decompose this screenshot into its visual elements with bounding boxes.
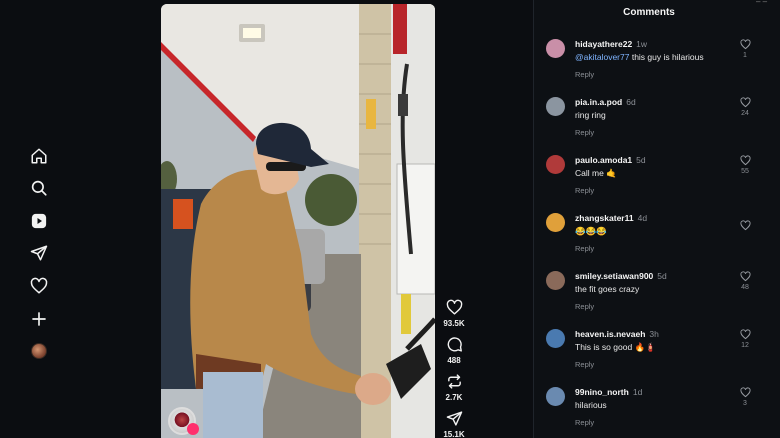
heart-icon <box>739 271 751 282</box>
comment-text: the fit goes crazy <box>575 284 640 294</box>
profile-avatar[interactable] <box>29 341 49 361</box>
heart-icon <box>446 299 462 315</box>
comment-like-count: 24 <box>741 110 749 117</box>
comment-like-button[interactable] <box>739 220 751 233</box>
comment-text: This is so good 🔥🧯 <box>575 342 656 352</box>
like-count: 93.5K <box>443 319 465 328</box>
comment-text: ring ring <box>575 110 606 120</box>
comment-time: 1w <box>636 39 648 49</box>
heart-icon <box>739 97 751 108</box>
commenter-avatar[interactable] <box>546 387 565 406</box>
comment-like-count: 55 <box>741 168 749 175</box>
share-count: 15.1K <box>443 430 465 438</box>
comment-like-button[interactable]: 48 <box>739 271 751 291</box>
comment-text: hilarious <box>575 400 607 410</box>
comment-like-button[interactable]: 3 <box>739 387 751 407</box>
home-icon[interactable] <box>29 146 49 166</box>
commenter-username[interactable]: heaven.is.nevaeh <box>575 329 645 339</box>
comment-time: 1d <box>632 387 643 397</box>
commenter-username[interactable]: hidayathere22 <box>575 39 632 49</box>
heart-icon <box>739 39 751 50</box>
commenter-username[interactable]: pia.in.a.pod <box>575 97 622 107</box>
comment-time: 5d <box>657 271 667 281</box>
left-nav <box>0 0 78 438</box>
like-button[interactable]: 93.5K <box>440 299 468 328</box>
comment-like-count: 12 <box>741 342 749 349</box>
comment-like-button[interactable]: 24 <box>739 97 751 117</box>
commenter-avatar[interactable] <box>546 39 565 58</box>
comment-item: 99nino_north 1d hilarious Reply 3 <box>546 385 768 438</box>
heart-icon <box>739 329 751 340</box>
commenter-avatar[interactable] <box>546 155 565 174</box>
comment-like-button[interactable]: 12 <box>739 329 751 349</box>
comment-time: 6d <box>626 97 636 107</box>
reply-button[interactable]: Reply <box>575 418 594 427</box>
repost-button[interactable]: 2.7K <box>440 373 468 402</box>
comment-count: 488 <box>447 356 461 365</box>
comment-like-count: 3 <box>743 400 747 407</box>
comment-mention[interactable]: @akitalover77 <box>575 52 629 62</box>
comment-button[interactable]: 488 <box>440 336 468 365</box>
comment-time: 3h <box>649 329 659 339</box>
comment-like-count: 1 <box>743 52 747 59</box>
commenter-username[interactable]: zhangskater11 <box>575 213 634 223</box>
repost-count: 2.7K <box>445 393 463 402</box>
comment-text: Call me 🤙 <box>575 168 617 178</box>
comment-item: smiley.setiawan900 5d the fit goes crazy … <box>546 269 768 323</box>
reply-button[interactable]: Reply <box>575 244 594 253</box>
comment-text: 😂😂😂 <box>575 226 607 236</box>
commenter-avatar[interactable] <box>546 213 565 232</box>
commenter-avatar[interactable] <box>546 271 565 290</box>
comment-like-button[interactable]: 1 <box>739 39 751 59</box>
comment-like-count: 48 <box>741 284 749 291</box>
comment-text: this guy is hilarious <box>629 52 704 62</box>
reply-button[interactable]: Reply <box>575 128 594 137</box>
messages-icon[interactable] <box>29 243 49 263</box>
heart-icon <box>739 387 751 398</box>
commenter-username[interactable]: 99nino_north <box>575 387 629 397</box>
reels-icon[interactable] <box>29 211 49 231</box>
reply-button[interactable]: Reply <box>575 360 594 369</box>
follow-badge-icon[interactable] <box>187 423 199 435</box>
comment-like-button[interactable]: 55 <box>739 155 751 175</box>
search-icon[interactable] <box>29 178 49 198</box>
comment-item: heaven.is.nevaeh 3h This is so good 🔥🧯 Re… <box>546 327 768 381</box>
comment-bubble-icon <box>447 337 462 352</box>
reel-video[interactable] <box>161 4 435 438</box>
reply-button[interactable]: Reply <box>575 302 594 311</box>
comment-item: zhangskater11 4d 😂😂😂 Reply <box>546 211 768 265</box>
comment-time: 5d <box>636 155 646 165</box>
comment-item: paulo.amoda1 5d Call me 🤙 Reply 55 <box>546 153 768 207</box>
comment-time: 4d <box>637 213 648 223</box>
commenter-avatar[interactable] <box>546 329 565 348</box>
heart-icon <box>739 155 751 166</box>
commenter-username[interactable]: paulo.amoda1 <box>575 155 632 165</box>
comment-item: hidayathere22 1w @akitalover77 this guy i… <box>546 37 768 91</box>
comments-panel: ‒ ‒ Comments hidayathere22 1w @akitalover… <box>533 0 780 438</box>
commenter-username[interactable]: smiley.setiawan900 <box>575 271 653 281</box>
create-plus-icon[interactable] <box>29 309 49 329</box>
share-send-icon <box>446 411 462 426</box>
comments-title: Comments <box>623 7 675 18</box>
heart-icon <box>739 220 751 231</box>
comment-item: pia.in.a.pod 6d ring ring Reply 24 <box>546 95 768 149</box>
repost-icon <box>447 374 461 389</box>
notifications-heart-icon[interactable] <box>29 276 49 296</box>
share-button[interactable]: 15.1K <box>440 410 468 438</box>
commenter-avatar[interactable] <box>546 97 565 116</box>
panel-close-icon[interactable]: ‒ ‒ <box>756 0 774 6</box>
reply-button[interactable]: Reply <box>575 70 594 79</box>
reply-button[interactable]: Reply <box>575 186 594 195</box>
